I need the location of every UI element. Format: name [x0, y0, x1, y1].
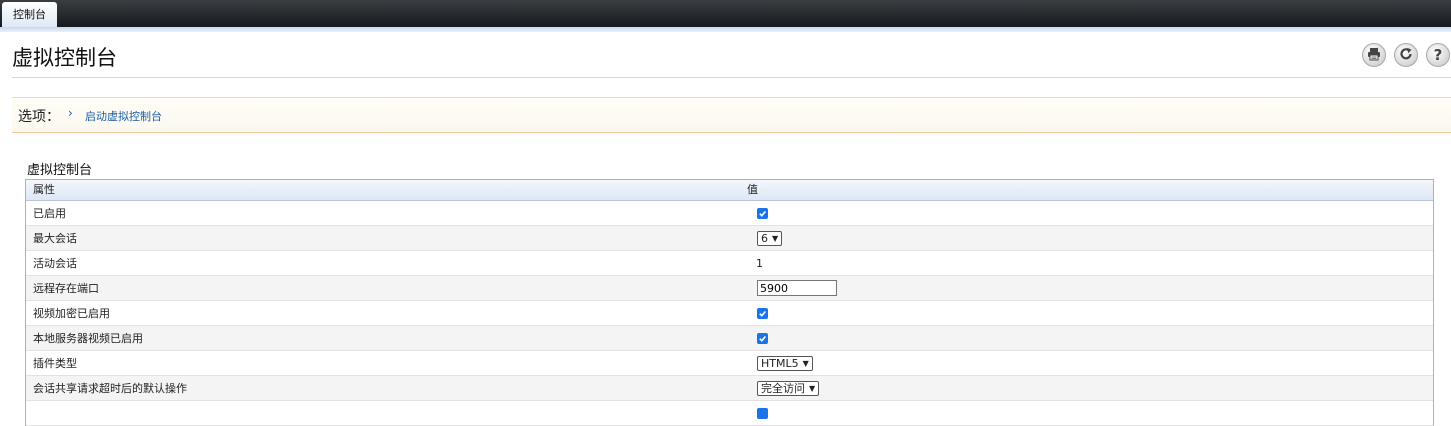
select-value: HTML5: [761, 356, 799, 370]
options-bar: 选项： › 启动虚拟控制台: [12, 97, 1451, 133]
select-value: 6: [761, 231, 768, 245]
row-label: 会话共享请求超时后的默认操作: [33, 382, 187, 395]
checkmark-icon: [759, 210, 766, 217]
checkmark-icon: [759, 335, 766, 342]
table-row: 最大会话 6 ▼: [26, 226, 1433, 251]
max-sessions-select[interactable]: 6 ▼: [757, 230, 783, 246]
print-icon: [1367, 46, 1381, 65]
table-row: 已启用: [26, 201, 1433, 226]
page-title: 虚拟控制台: [12, 46, 117, 70]
table-row: 本地服务器视频已启用: [26, 326, 1433, 351]
top-tab-bar: 控制台: [0, 0, 1451, 27]
partial-row-checkbox[interactable]: [757, 407, 768, 419]
checkmark-icon: [759, 310, 766, 317]
refresh-button[interactable]: [1394, 43, 1418, 67]
print-button[interactable]: [1362, 43, 1386, 67]
properties-table: 属性 值 已启用 最大会话 6 ▼ 活动会话 1 远程存在端口 5900 视频加…: [25, 179, 1434, 426]
row-label: 已启用: [33, 207, 66, 220]
header-divider: [12, 77, 1451, 78]
active-sessions-value: 1: [756, 256, 763, 270]
table-row: 插件类型 HTML5 ▼: [26, 351, 1433, 376]
options-label: 选项：: [18, 109, 60, 125]
chevron-down-icon: ▼: [809, 383, 816, 393]
section-title: 虚拟控制台: [27, 163, 93, 178]
plugin-type-select[interactable]: HTML5 ▼: [757, 355, 813, 371]
enabled-checkbox[interactable]: [757, 207, 768, 219]
chevron-right-icon: ›: [68, 106, 73, 120]
chevron-down-icon: ▼: [802, 358, 809, 368]
column-header-value: 值: [747, 183, 758, 196]
row-label: 最大会话: [33, 232, 77, 245]
table-header: 属性 值: [26, 180, 1433, 201]
remote-presence-port-input[interactable]: [757, 280, 837, 296]
row-label: 插件类型: [33, 357, 77, 370]
help-icon: ?: [1433, 45, 1443, 64]
table-row: 活动会话 1: [26, 251, 1433, 276]
help-button[interactable]: ?: [1426, 43, 1450, 67]
default-action-select[interactable]: 完全访问 ▼: [757, 380, 820, 396]
table-row: 视频加密已启用: [26, 301, 1433, 326]
row-label: 活动会话: [33, 257, 77, 270]
row-label: 本地服务器视频已启用: [33, 332, 143, 345]
column-header-property: 属性: [33, 183, 55, 196]
tab-console[interactable]: 控制台: [2, 2, 57, 27]
row-label: 远程存在端口: [33, 282, 99, 295]
video-encryption-checkbox[interactable]: [757, 307, 768, 319]
chevron-down-icon: ▼: [772, 233, 779, 243]
refresh-icon: [1399, 46, 1413, 65]
table-row: [26, 401, 1433, 426]
table-row: 会话共享请求超时后的默认操作 完全访问 ▼: [26, 376, 1433, 401]
launch-virtual-console-link[interactable]: 启动虚拟控制台: [85, 108, 162, 124]
tab-bar-underline: [0, 27, 1451, 32]
local-server-video-checkbox[interactable]: [757, 332, 768, 344]
select-value: 完全访问: [761, 381, 805, 395]
table-row: 远程存在端口: [26, 276, 1433, 301]
row-label: 视频加密已启用: [33, 307, 110, 320]
